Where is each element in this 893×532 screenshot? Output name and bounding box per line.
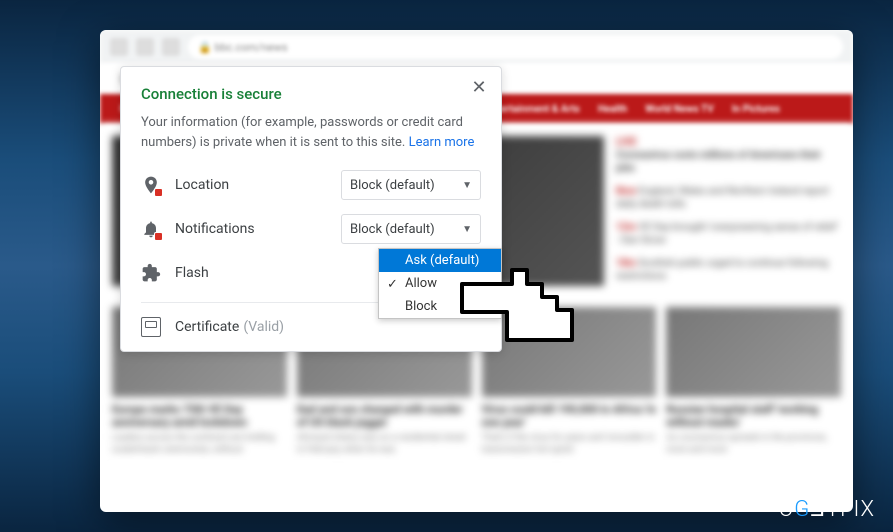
cat-item[interactable]: World News TV (645, 104, 714, 115)
certificate-label: Certificate (175, 319, 239, 335)
list-item[interactable]: Now England, Wales and Northern Ireland … (616, 185, 841, 211)
permission-label: Notifications (175, 221, 341, 237)
forward-button[interactable] (136, 38, 154, 56)
connection-status-title: Connection is secure (141, 85, 481, 103)
learn-more-link[interactable]: Learn more (409, 135, 475, 150)
reload-button[interactable] (162, 38, 180, 56)
pointing-hand-icon (452, 262, 582, 356)
permission-row-notifications: Notifications Block (default) ▼ (141, 214, 481, 244)
certificate-row[interactable]: Certificate (Valid) (141, 317, 481, 337)
address-bar[interactable]: 🔒 bbc.com/news (188, 35, 843, 59)
permission-label: Flash (175, 265, 401, 281)
permission-label: Location (175, 177, 341, 193)
notifications-select[interactable]: Block (default) ▼ (341, 214, 481, 244)
live-headline[interactable]: Coronavirus costs millions of Americans … (616, 150, 821, 174)
url-text: bbc.com/news (214, 41, 287, 54)
cat-item[interactable]: Health (598, 104, 627, 115)
browser-toolbar: 🔒 bbc.com/news (100, 30, 853, 64)
back-button[interactable] (110, 38, 128, 56)
permission-row-location: Location Block (default) ▼ (141, 170, 481, 200)
certificate-status: (Valid) (243, 319, 284, 335)
check-icon: ✓ (387, 277, 398, 292)
notifications-icon (141, 219, 161, 239)
live-sidebar: LIVE Coronavirus costs millions of Americ… (616, 136, 841, 293)
lock-icon: 🔒 (198, 41, 212, 54)
chevron-down-icon: ▼ (462, 180, 472, 191)
flash-icon (141, 263, 161, 283)
cat-item[interactable]: In Pictures (732, 104, 780, 115)
watermark: UGƎTFIX (779, 496, 875, 522)
chevron-down-icon: ▼ (462, 224, 472, 235)
live-badge: LIVE (616, 137, 637, 148)
news-card[interactable]: Russian hospital staff 'working without … (666, 307, 841, 457)
close-icon[interactable]: ✕ (469, 77, 489, 97)
connection-description: Your information (for example, passwords… (141, 113, 481, 152)
list-item[interactable]: 12m VE Day brought 'overpowering sense o… (616, 221, 841, 247)
list-item[interactable]: 18m Scottish public urged to continue fo… (616, 257, 841, 283)
certificate-icon (141, 317, 161, 337)
location-icon (141, 175, 161, 195)
location-select[interactable]: Block (default) ▼ (341, 170, 481, 200)
